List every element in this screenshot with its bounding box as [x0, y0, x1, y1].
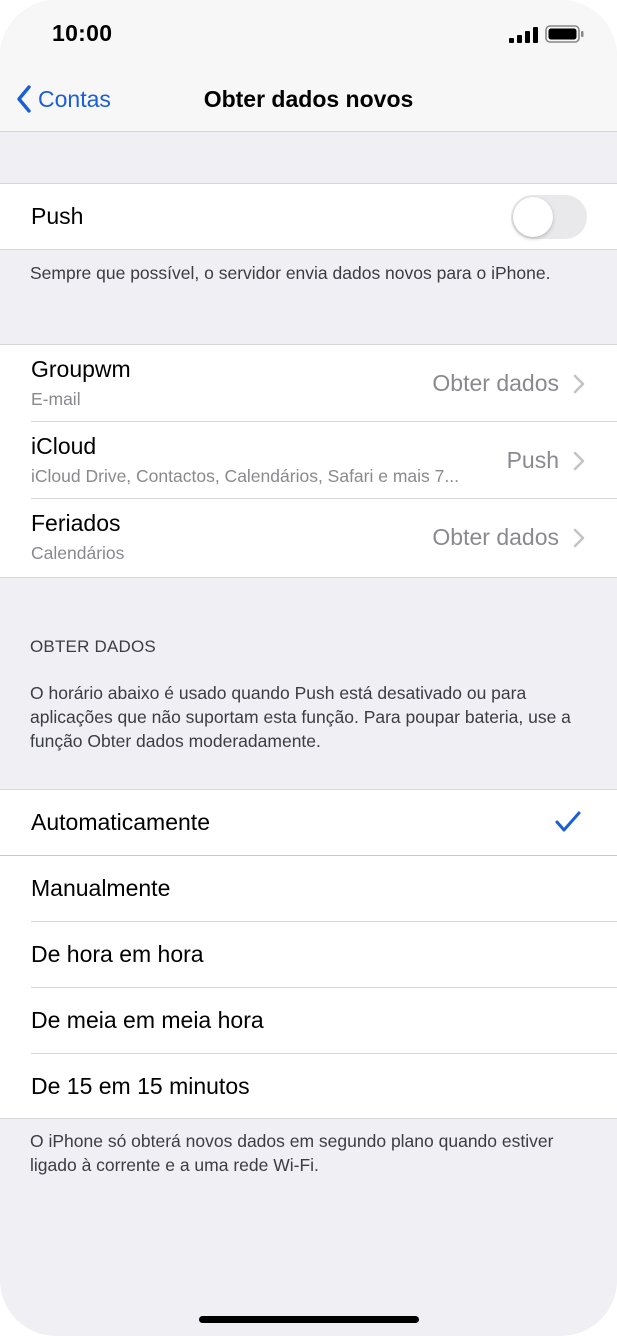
account-subtitle: iCloud Drive, Contactos, Calendários, Sa… [31, 466, 459, 486]
checkmark-icon [555, 811, 581, 832]
option-row-meia-hora[interactable]: De meia em meia hora [0, 988, 617, 1054]
account-fetch-value: Push [506, 447, 559, 473]
toggle-knob [513, 197, 553, 237]
phone-screen: 10:00 Contas Obter dados novos Push Semp… [0, 0, 617, 1336]
account-row-feriados[interactable]: Feriados Calendários Obter dados [0, 499, 617, 576]
push-section: Push [0, 183, 617, 250]
status-bar: 10:00 [0, 0, 617, 66]
option-row-hora[interactable]: De hora em hora [0, 922, 617, 988]
status-time: 10:00 [52, 20, 113, 46]
account-title: iCloud [31, 433, 97, 459]
navigation-bar: Contas Obter dados novos [0, 66, 617, 132]
option-label: De 15 em 15 minutos [31, 1073, 250, 1099]
push-label: Push [31, 203, 84, 229]
cellular-signal-icon [509, 27, 538, 43]
chevron-right-icon [573, 451, 585, 471]
option-label: Automaticamente [31, 809, 210, 835]
home-indicator[interactable] [199, 1316, 419, 1323]
option-row-manualmente[interactable]: Manualmente [0, 856, 617, 922]
fetch-footer-text: O iPhone só obterá novos dados em segund… [30, 1131, 554, 1175]
accounts-section: Groupwm E-mail Obter dados iCloud iCloud… [0, 344, 617, 578]
chevron-right-icon [573, 374, 585, 394]
option-label: De meia em meia hora [31, 1007, 264, 1033]
fetch-options-section: Automaticamente Manualmente De hora em h… [0, 789, 617, 1119]
option-row-automaticamente[interactable]: Automaticamente [0, 790, 617, 856]
page-title: Obter dados novos [203, 86, 414, 112]
battery-icon [545, 25, 584, 43]
account-fetch-value: Obter dados [432, 524, 559, 550]
option-row-15-minutos[interactable]: De 15 em 15 minutos [0, 1054, 617, 1120]
account-title: Feriados [31, 510, 121, 536]
option-label: De hora em hora [31, 941, 204, 967]
push-toggle[interactable] [511, 195, 587, 239]
push-footer-text: Sempre que possível, o servidor envia da… [30, 263, 551, 283]
account-row-groupwm[interactable]: Groupwm E-mail Obter dados [0, 345, 617, 422]
account-row-icloud[interactable]: iCloud iCloud Drive, Contactos, Calendár… [0, 422, 617, 499]
account-title: Groupwm [31, 356, 131, 382]
push-row: Push [0, 184, 617, 249]
option-label: Manualmente [31, 875, 171, 901]
fetch-description-text: O horário abaixo é usado quando Push est… [30, 683, 571, 751]
chevron-right-icon [573, 528, 585, 548]
account-fetch-value: Obter dados [432, 370, 559, 396]
fetch-section-header: OBTER DADOS [30, 637, 156, 656]
